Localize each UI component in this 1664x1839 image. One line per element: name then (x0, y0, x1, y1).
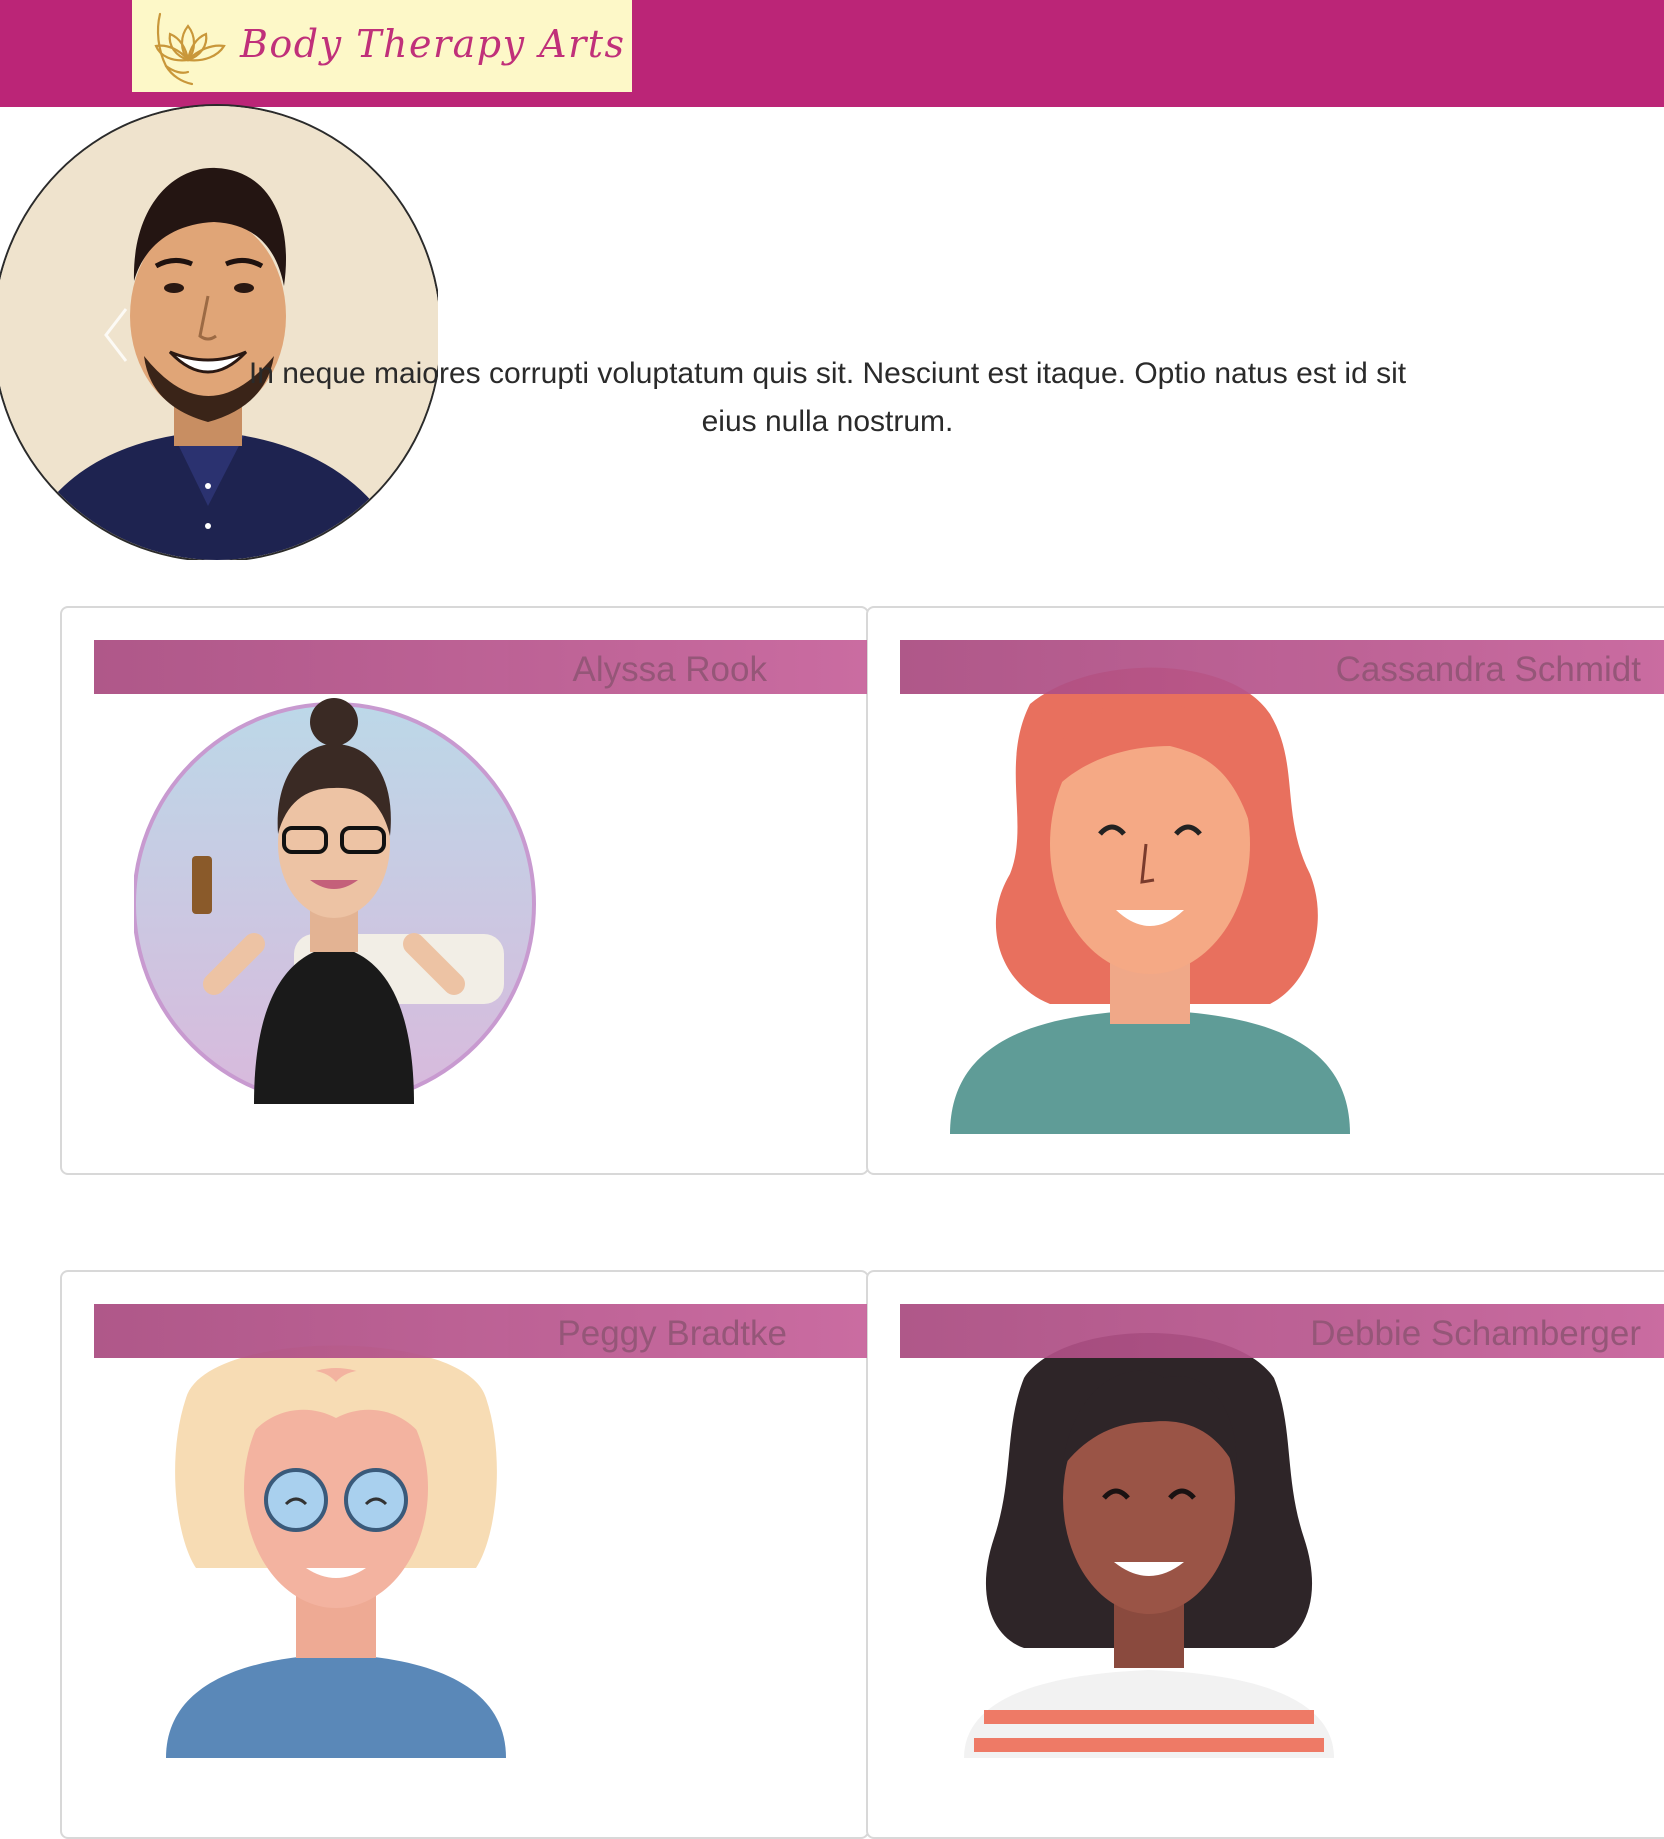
therapist-card-header: Alyssa Rook (94, 640, 867, 694)
therapist-card[interactable]: Alyssa Rook (60, 606, 869, 1175)
therapist-card-header: Peggy Bradtke (94, 1304, 867, 1358)
site-logo[interactable]: Body Therapy Arts (132, 0, 632, 92)
therapist-name: Alyssa Rook (572, 650, 767, 689)
therapist-name: Cassandra Schmidt (1335, 650, 1641, 689)
therapist-card-header: Debbie Schamberger (900, 1304, 1664, 1358)
chevron-left-icon[interactable] (100, 305, 130, 365)
therapist-avatar (166, 1345, 506, 1758)
man-avatar-illustration (0, 106, 438, 560)
therapist-name: Debbie Schamberger (1310, 1314, 1641, 1353)
hero-avatar-clip (0, 104, 438, 560)
therapist-avatar (950, 667, 1350, 1134)
lotus-icon (154, 12, 226, 86)
top-nav-bar: Body Therapy Arts (0, 0, 1664, 107)
therapist-card[interactable]: Debbie Schamberger (866, 1270, 1664, 1839)
therapist-card-header: Cassandra Schmidt (900, 640, 1664, 694)
therapist-name: Peggy Bradtke (557, 1314, 787, 1353)
therapist-card[interactable]: Cassandra Schmidt (866, 606, 1664, 1175)
logo-text: Body Therapy Arts (240, 22, 626, 66)
hero-avatar (0, 104, 438, 560)
therapist-avatar (964, 1333, 1334, 1758)
therapist-avatar (134, 698, 536, 1104)
therapist-card[interactable]: Peggy Bradtke (60, 1270, 869, 1839)
hero-description: In neque maiores corrupti voluptatum qui… (248, 357, 1407, 438)
